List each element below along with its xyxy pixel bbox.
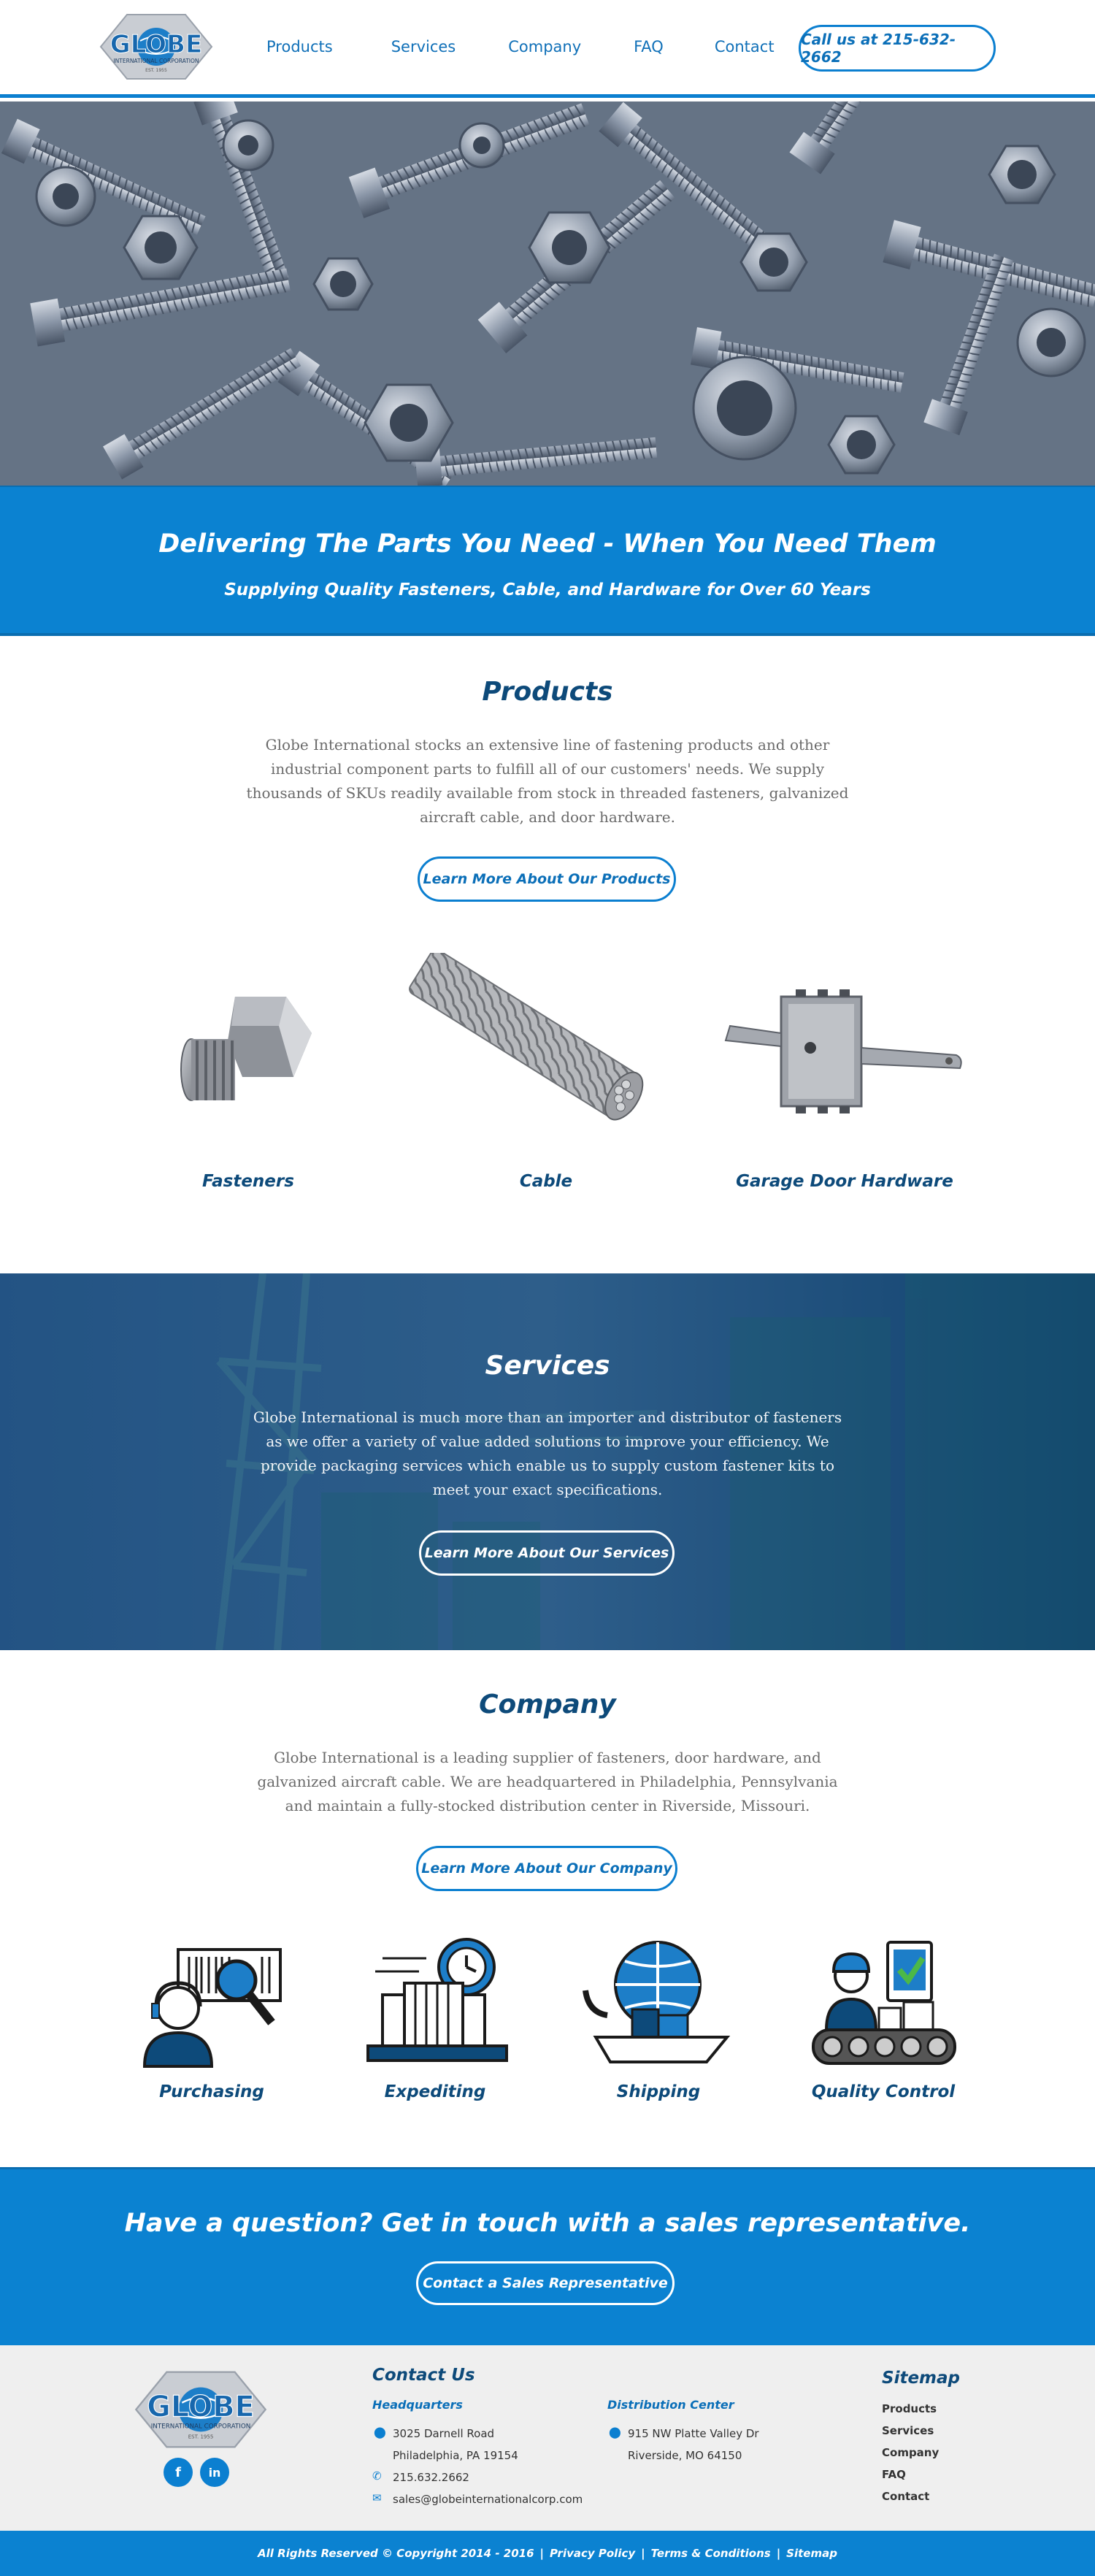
tagline-title: Delivering The Parts You Need - When You… — [158, 529, 937, 559]
product-label-garage-door-hardware[interactable]: Garage Door Hardware — [710, 1172, 980, 1191]
sitemap-link-contact[interactable]: Contact — [882, 2490, 929, 2503]
services-section: Services Globe International is much mor… — [0, 1273, 1095, 1650]
phone-icon: ✆ — [372, 2470, 382, 2483]
separator: | — [539, 2547, 545, 2560]
nav-services[interactable]: Services — [391, 38, 456, 55]
quality-control-icon — [812, 1941, 956, 2065]
services-title: Services — [485, 1351, 610, 1381]
sitemap-link-products[interactable]: Products — [882, 2402, 937, 2415]
footer-hq-city: Philadelphia, PA 19154 — [393, 2449, 518, 2462]
main-nav: Products Services Company FAQ Contact — [266, 38, 827, 55]
call-us-button[interactable]: Call us at 215-632-2662 — [799, 25, 996, 72]
facebook-icon[interactable]: f — [164, 2458, 193, 2487]
linkedin-icon[interactable]: in — [200, 2458, 229, 2487]
purchasing-icon — [142, 1948, 282, 2068]
copyright-text: All Rights Reserved © Copyright 2014 - 2… — [258, 2547, 534, 2560]
globe-logo[interactable]: GLOBE INTERNATIONAL CORPORATION EST. 195… — [98, 12, 215, 82]
footer-sitemap-title: Sitemap — [882, 2369, 960, 2388]
footer-email[interactable]: sales@globeinternationalcorp.com — [393, 2493, 583, 2506]
nav-company[interactable]: Company — [508, 38, 581, 55]
cable-image — [409, 953, 644, 1121]
services-text: Globe International is much more than an… — [253, 1408, 842, 1498]
sitemap-link-faq[interactable]: FAQ — [882, 2468, 906, 2481]
logo-text: GLOBE — [110, 30, 202, 59]
expediting-icon — [366, 1938, 508, 2062]
learn-more-products-button[interactable]: Learn More About Our Products — [418, 856, 676, 902]
footer-dc-city: Riverside, MO 64150 — [628, 2449, 742, 2462]
email-icon: ✉ — [372, 2492, 382, 2504]
footer-logo-text: GLOBE — [147, 2390, 254, 2423]
company-text: Globe International is a leading supplie… — [257, 1749, 838, 1814]
privacy-policy-link[interactable]: Privacy Policy — [550, 2547, 635, 2560]
hero-illustration — [0, 101, 1095, 486]
company-section: Company Globe International is a leading… — [0, 1650, 1095, 2167]
company-label-purchasing[interactable]: Purchasing — [117, 2082, 307, 2101]
tagline-subtitle: Supplying Quality Fasteners, Cable, and … — [224, 580, 871, 599]
shipping-icon — [583, 1941, 731, 2063]
footer-contact-title: Contact Us — [372, 2366, 475, 2385]
products-title: Products — [482, 677, 613, 707]
company-title: Company — [479, 1690, 616, 1720]
footer-dc-street: 915 NW Platte Valley Dr — [628, 2427, 759, 2440]
garage-door-hardware-image — [724, 989, 962, 1113]
sitemap-link[interactable]: Sitemap — [786, 2547, 837, 2560]
company-label-shipping[interactable]: Shipping — [564, 2082, 753, 2101]
footer-logo-subtitle: INTERNATIONAL CORPORATION — [151, 2423, 251, 2431]
nav-faq[interactable]: FAQ — [634, 38, 664, 55]
product-label-fasteners[interactable]: Fasteners — [139, 1172, 358, 1191]
site-header: GLOBE INTERNATIONAL CORPORATION EST. 195… — [0, 0, 1095, 98]
sitemap-link-services[interactable]: Services — [882, 2424, 934, 2437]
cta-title: Have a question? Get in touch with a sal… — [124, 2209, 971, 2238]
contact-cta-band: Have a question? Get in touch with a sal… — [0, 2167, 1095, 2345]
separator: | — [776, 2547, 781, 2560]
location-pin-icon-dc: ⬤ — [609, 2426, 621, 2439]
product-label-cable[interactable]: Cable — [437, 1172, 656, 1191]
products-text: Globe International stocks an extensive … — [246, 736, 849, 826]
copyright-bar: All Rights Reserved © Copyright 2014 - 2… — [0, 2531, 1095, 2576]
fastener-image — [180, 997, 312, 1101]
products-section: Products Globe International stocks an e… — [0, 639, 1095, 1273]
footer-phone[interactable]: 215.632.2662 — [393, 2471, 469, 2484]
logo-subtitle: INTERNATIONAL CORPORATION — [113, 58, 199, 64]
footer-dc-title: Distribution Center — [607, 2398, 734, 2412]
nav-contact[interactable]: Contact — [715, 38, 775, 55]
company-label-expediting[interactable]: Expediting — [340, 2082, 530, 2101]
sitemap-link-company[interactable]: Company — [882, 2446, 939, 2459]
company-label-quality-control[interactable]: Quality Control — [788, 2082, 978, 2101]
hero-fasteners-image — [0, 101, 1095, 486]
tagline-band: Delivering The Parts You Need - When You… — [0, 486, 1095, 636]
footer-logo-est: EST. 1955 — [188, 2434, 214, 2440]
footer-logo[interactable]: GLOBE INTERNATIONAL CORPORATION EST. 195… — [131, 2369, 270, 2450]
learn-more-company-button[interactable]: Learn More About Our Company — [416, 1846, 677, 1891]
site-footer: GLOBE INTERNATIONAL CORPORATION EST. 195… — [0, 2345, 1095, 2531]
location-pin-icon: ⬤ — [374, 2426, 386, 2439]
contact-sales-button[interactable]: Contact a Sales Representative — [416, 2261, 675, 2305]
terms-link[interactable]: Terms & Conditions — [651, 2547, 771, 2560]
separator: | — [641, 2547, 645, 2560]
footer-hq-street: 3025 Darnell Road — [393, 2427, 495, 2440]
footer-hq-title: Headquarters — [372, 2398, 463, 2412]
learn-more-services-button[interactable]: Learn More About Our Services — [419, 1530, 675, 1576]
nav-products[interactable]: Products — [266, 38, 333, 55]
logo-est: EST. 1955 — [145, 68, 167, 73]
